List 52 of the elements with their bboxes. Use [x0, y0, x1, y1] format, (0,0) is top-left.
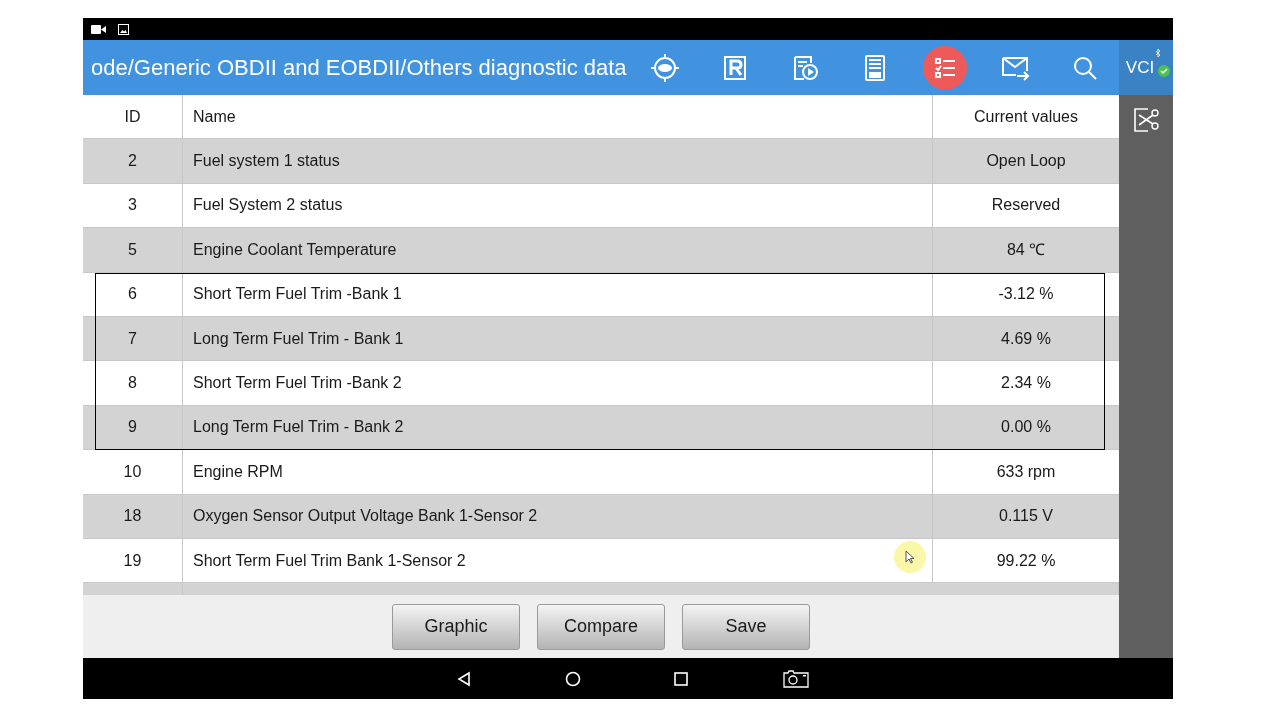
table-cell: 3 [83, 183, 183, 228]
table-cell: Short Term Fuel Trim -Bank 2 [183, 361, 933, 405]
table-header-cell-text: Current values [972, 106, 1079, 127]
image-icon [118, 23, 129, 35]
table-cell: Oxygen Sensor Output Voltage Bank 1-Sensor 2 [183, 494, 933, 538]
bluetooth-icon [1155, 48, 1161, 58]
action-button[interactable]: Compare [537, 603, 665, 650]
action-button[interactable]: Save [682, 603, 810, 650]
table-cell-text: 0.115 V [998, 506, 1054, 527]
table-cell-text: 99.22 % [995, 550, 1057, 571]
table-cell-text: Open Loop [985, 151, 1067, 172]
table-cell-text: -3.12 % [997, 284, 1055, 305]
table-cell-text: Reserved [990, 195, 1062, 216]
camera-icon[interactable] [783, 669, 809, 688]
vci-status[interactable]: VCI [1119, 40, 1173, 95]
table-cell: Engine RPM [183, 450, 933, 494]
checklist-button[interactable] [923, 45, 967, 90]
table-cell-text: 2.34 % [1000, 373, 1052, 394]
video-camera-icon [91, 24, 106, 34]
table-cell-text: 633 rpm [995, 461, 1057, 482]
table-row[interactable]: 8 Short Term Fuel Trim -Bank 2 2.34 % [83, 361, 1119, 406]
table-header-cell: Name [183, 95, 933, 139]
table-cell-text: 0.00 % [1000, 417, 1052, 438]
table-cell: 18 [83, 494, 183, 538]
table-cell: Fuel System 2 status [183, 183, 933, 228]
table-row[interactable]: 5 Engine Coolant Temperature 84 ℃ [83, 228, 1119, 273]
table-cell: Fuel system 1 status [183, 139, 933, 183]
home-icon[interactable] [565, 670, 581, 687]
screen-title: ode/Generic OBDII and EOBDII/Others diagnostic data [90, 54, 628, 82]
table-cell-text: 4.69 % [1000, 328, 1052, 349]
table-row[interactable]: 18 Oxygen Sensor Output Voltage Bank 1-Sensor 2 0.115 V [83, 494, 1119, 539]
table-cell: 10 [83, 450, 183, 494]
table-cell: Engine Coolant Temperature [183, 228, 933, 272]
table-cell: 8 [83, 361, 183, 405]
table-row[interactable]: 19 Short Term Fuel Trim Bank 1-Sensor 2 99.22 % [83, 538, 1119, 584]
table-row[interactable]: 9 Long Term Fuel Trim - Bank 2 0.00 % [83, 405, 1119, 451]
check-icon [1157, 64, 1171, 78]
cut-icon[interactable] [1133, 107, 1159, 133]
action-button[interactable]: Graphic [392, 603, 520, 650]
table-cell-text: 84 ℃ [1005, 239, 1047, 260]
table-header-cell: ID [83, 95, 183, 139]
table-cell: 19 [83, 538, 183, 583]
table-cell: 5 [83, 228, 183, 272]
table-row[interactable]: 7 Long Term Fuel Trim - Bank 1 4.69 % [83, 316, 1119, 362]
table-row[interactable]: 10 Engine RPM 633 rpm [83, 450, 1119, 495]
table-row[interactable]: 6 Short Term Fuel Trim -Bank 1 -3.12 % [83, 272, 1119, 317]
target-icon [650, 52, 680, 83]
recent-apps-icon[interactable] [674, 671, 688, 686]
table-cell: 2 [83, 139, 183, 183]
table-row[interactable]: 2 Fuel system 1 status Open Loop [83, 139, 1119, 184]
table-row[interactable]: 3 Fuel System 2 status Reserved [83, 183, 1119, 229]
back-icon[interactable] [456, 670, 472, 687]
